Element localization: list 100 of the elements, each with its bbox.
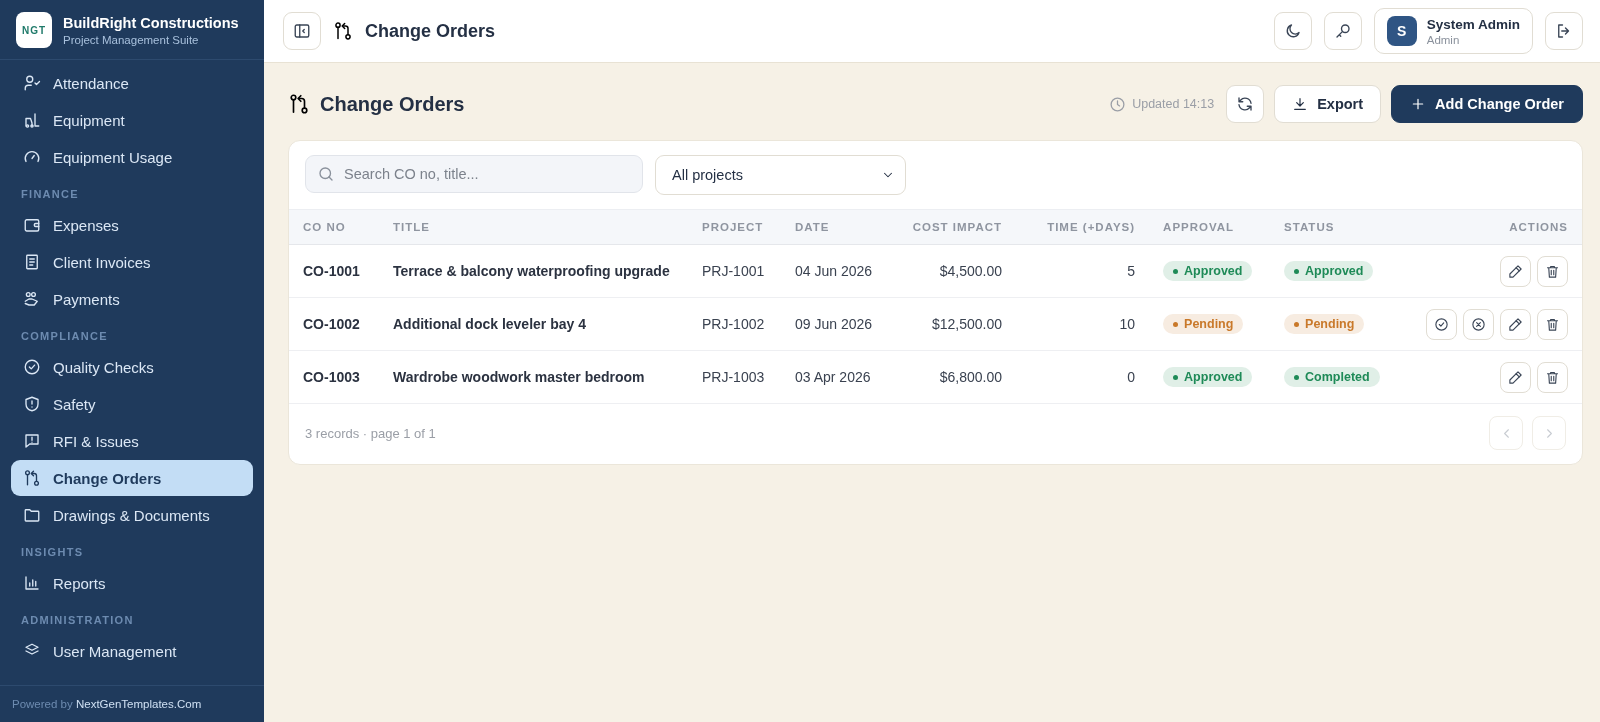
panel-icon	[293, 22, 311, 40]
brand-tagline: Project Management Suite	[63, 33, 200, 46]
status-badge: Approved	[1284, 261, 1374, 282]
git-pull-request-icon	[288, 93, 310, 115]
table-cell: 0	[1016, 350, 1150, 404]
project-dropdown[interactable]: All projects	[655, 155, 906, 195]
export-button[interactable]: Export	[1274, 85, 1382, 123]
column-header: TIME (+DAYS)	[1016, 209, 1150, 245]
logout-button[interactable]	[1545, 12, 1583, 50]
table-cell: PRJ-1003	[688, 350, 781, 404]
nav-item[interactable]: RFI & Issues	[11, 423, 253, 459]
table-cell: 09 Jun 2026	[781, 297, 887, 351]
status-badge: Pending	[1163, 314, 1244, 335]
table-cell: CO-1001	[289, 244, 379, 298]
column-header: COST IMPACT	[886, 209, 1017, 245]
column-header: ACTIONS	[1410, 209, 1582, 245]
trash-icon	[1545, 263, 1560, 279]
nav-item[interactable]: Quality Checks	[11, 349, 253, 385]
table-cell: Terrace & balcony waterproofing upgrade	[379, 244, 688, 298]
edit-button[interactable]	[1500, 255, 1531, 287]
delete-button[interactable]	[1537, 308, 1568, 340]
refresh-icon	[1236, 95, 1255, 113]
table-cell: Wardrobe woodwork master bedroom	[379, 350, 688, 404]
pencil-icon	[1508, 263, 1523, 279]
edit-button[interactable]	[1500, 308, 1531, 340]
footer-link[interactable]: NextGenTemplates.Com	[75, 698, 202, 710]
git-pull-request-icon	[23, 469, 41, 487]
column-header: STATUS	[1270, 209, 1411, 245]
table-cell: 5	[1016, 244, 1150, 298]
check-circle-icon	[23, 358, 41, 376]
reject-button[interactable]	[1463, 308, 1494, 340]
sidebar-toggle-button[interactable]	[283, 12, 321, 50]
pencil-icon	[1508, 316, 1523, 332]
nav-item[interactable]: Safety	[11, 386, 253, 422]
receipt-icon	[23, 253, 41, 271]
record-count: 3 records · page 1 of 1	[305, 425, 436, 441]
trash-icon	[1545, 316, 1560, 332]
table-cell: $6,800.00	[886, 350, 1017, 404]
table-cell: 04 Jun 2026	[781, 244, 887, 298]
table-cell: Additional dock leveler bay 4	[379, 297, 688, 351]
bar-chart-icon	[23, 574, 41, 592]
status-badge: Completed	[1284, 367, 1380, 388]
nav-item[interactable]: Expenses	[11, 207, 253, 243]
nav-item[interactable]: Equipment	[11, 102, 253, 138]
table-cell: 10	[1016, 297, 1150, 351]
column-header: TITLE	[379, 209, 688, 245]
nav-item[interactable]: Client Invoices	[11, 244, 253, 280]
column-header: CO NO	[289, 209, 379, 245]
topbar-title: Change Orders	[365, 20, 497, 42]
nav-section-heading: COMPLIANCE	[20, 329, 109, 344]
check-circle-icon	[1434, 316, 1449, 332]
search-field[interactable]: Search CO no, title...	[305, 155, 643, 193]
x-circle-icon	[1471, 316, 1486, 332]
nav-item[interactable]: Equipment Usage	[11, 139, 253, 175]
nav-item[interactable]: Drawings & Documents	[11, 497, 253, 533]
status-badge: Pending	[1284, 314, 1365, 335]
table-cell: CO-1002	[289, 297, 379, 351]
git-pull-request-icon	[333, 21, 353, 41]
column-header: PROJECT	[688, 209, 781, 245]
user-name: System Admin	[1426, 16, 1520, 32]
message-alert-icon	[23, 432, 41, 450]
column-header: APPROVAL	[1149, 209, 1271, 245]
table-cell: 03 Apr 2026	[781, 350, 887, 404]
nav-section-heading: FINANCE	[20, 187, 80, 202]
download-icon	[1292, 96, 1309, 112]
status-badge: Approved	[1163, 261, 1253, 282]
pencil-icon	[1508, 369, 1523, 385]
shield-icon	[23, 395, 41, 413]
nav-item[interactable]: Payments	[11, 281, 253, 317]
updated-time: Updated 14:13	[1132, 97, 1215, 111]
nav-item[interactable]: Reports	[11, 565, 253, 601]
add-change-order-button[interactable]: Add Change Order	[1391, 85, 1583, 123]
approve-button[interactable]	[1426, 308, 1457, 340]
trash-icon	[1545, 369, 1560, 385]
nav-item[interactable]: Attendance	[11, 65, 253, 101]
nav-section-heading: ADMINISTRATION	[20, 613, 135, 628]
user-role: Admin	[1426, 33, 1461, 46]
table-cell: CO-1003	[289, 350, 379, 404]
column-header: DATE	[781, 209, 887, 245]
nav-section-heading: INSIGHTS	[20, 545, 85, 560]
user-check-icon	[23, 74, 41, 92]
refresh-button[interactable]	[1226, 85, 1265, 123]
folder-icon	[23, 506, 41, 524]
table-cell: PRJ-1001	[688, 244, 781, 298]
table-cell: PRJ-1002	[688, 297, 781, 351]
forklift-icon	[23, 111, 41, 129]
nav-item[interactable]: Change Orders	[11, 460, 253, 496]
clock-icon	[1109, 95, 1127, 113]
theme-toggle-button[interactable]	[1273, 12, 1312, 50]
user-avatar: S	[1386, 16, 1417, 46]
nav-item[interactable]: User Management	[11, 633, 253, 669]
wallet-icon	[23, 216, 41, 234]
brand-name: BuildRight Constructions	[63, 14, 239, 31]
key-button[interactable]	[1323, 12, 1362, 50]
edit-button[interactable]	[1500, 361, 1531, 393]
user-menu[interactable]: S System Admin Admin	[1373, 8, 1533, 54]
table-cell: $4,500.00	[886, 244, 1017, 298]
delete-button[interactable]	[1537, 255, 1568, 287]
delete-button[interactable]	[1537, 361, 1568, 393]
status-badge: Approved	[1163, 367, 1253, 388]
